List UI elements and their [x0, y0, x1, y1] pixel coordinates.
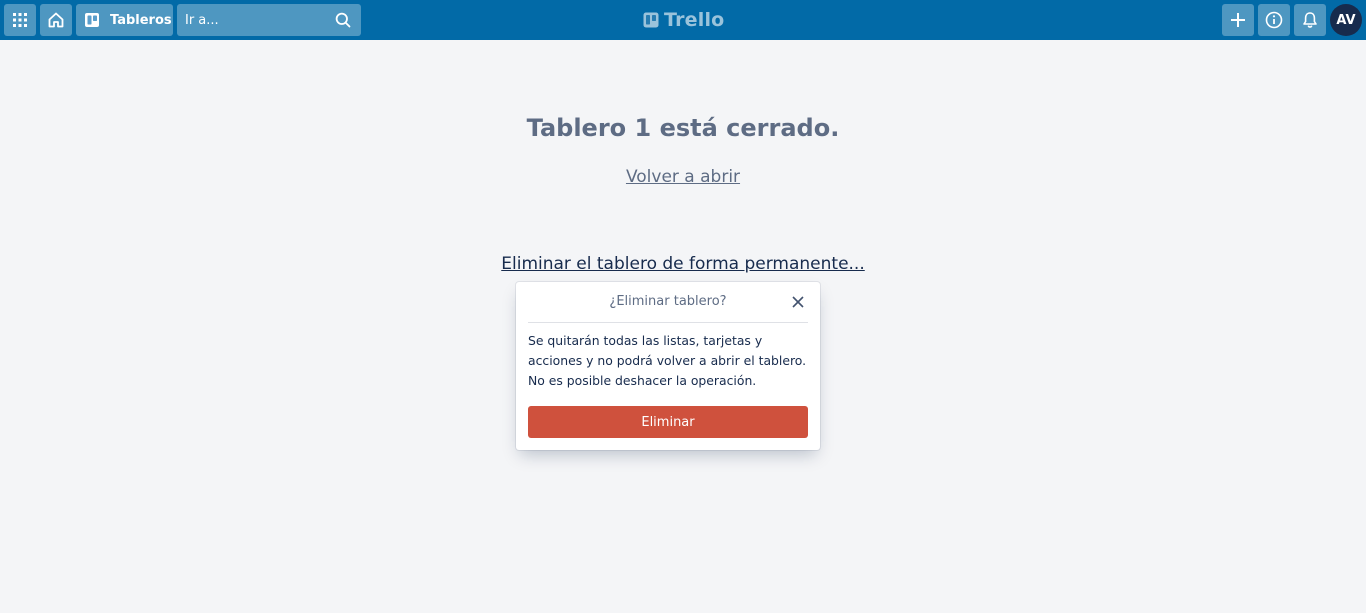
home-icon — [48, 12, 64, 28]
apps-menu-button[interactable] — [4, 4, 36, 36]
avatar-initials: AV — [1336, 12, 1356, 28]
delete-board-link[interactable]: Eliminar el tablero de forma permanente.… — [0, 254, 1366, 274]
popover-divider — [528, 322, 808, 323]
grid-icon — [13, 13, 27, 27]
board-closed-message: Tablero 1 está cerrado. — [526, 114, 840, 142]
avatar[interactable]: AV — [1330, 4, 1362, 36]
plus-icon — [1231, 13, 1245, 27]
confirm-delete-button[interactable]: Eliminar — [528, 406, 808, 438]
info-button[interactable] — [1258, 4, 1290, 36]
logo-text: Trello — [664, 9, 725, 31]
board-icon — [85, 13, 99, 27]
search-input[interactable] — [177, 4, 361, 36]
reopen-board-link[interactable]: Volver a abrir — [0, 167, 1366, 187]
search-icon[interactable] — [335, 12, 351, 28]
trello-logo-icon — [643, 12, 659, 28]
popover-warning-text: Se quitarán todas las listas, tarjetas y… — [528, 333, 807, 388]
close-popover-button[interactable] — [788, 294, 808, 310]
search-box[interactable] — [177, 4, 361, 36]
delete-board-popover: ¿Eliminar tablero? Se quitarán todas las… — [516, 282, 820, 450]
boards-button[interactable]: Tableros — [76, 4, 173, 36]
info-icon — [1265, 11, 1283, 29]
close-icon — [792, 296, 804, 308]
create-button[interactable] — [1222, 4, 1254, 36]
notifications-button[interactable] — [1294, 4, 1326, 36]
boards-label: Tableros — [110, 12, 172, 28]
popover-title: ¿Eliminar tablero? — [609, 294, 727, 309]
home-button[interactable] — [40, 4, 72, 36]
top-header: Tableros Trello — [0, 0, 1366, 40]
bell-icon — [1303, 12, 1317, 28]
trello-logo[interactable]: Trello — [643, 8, 724, 32]
